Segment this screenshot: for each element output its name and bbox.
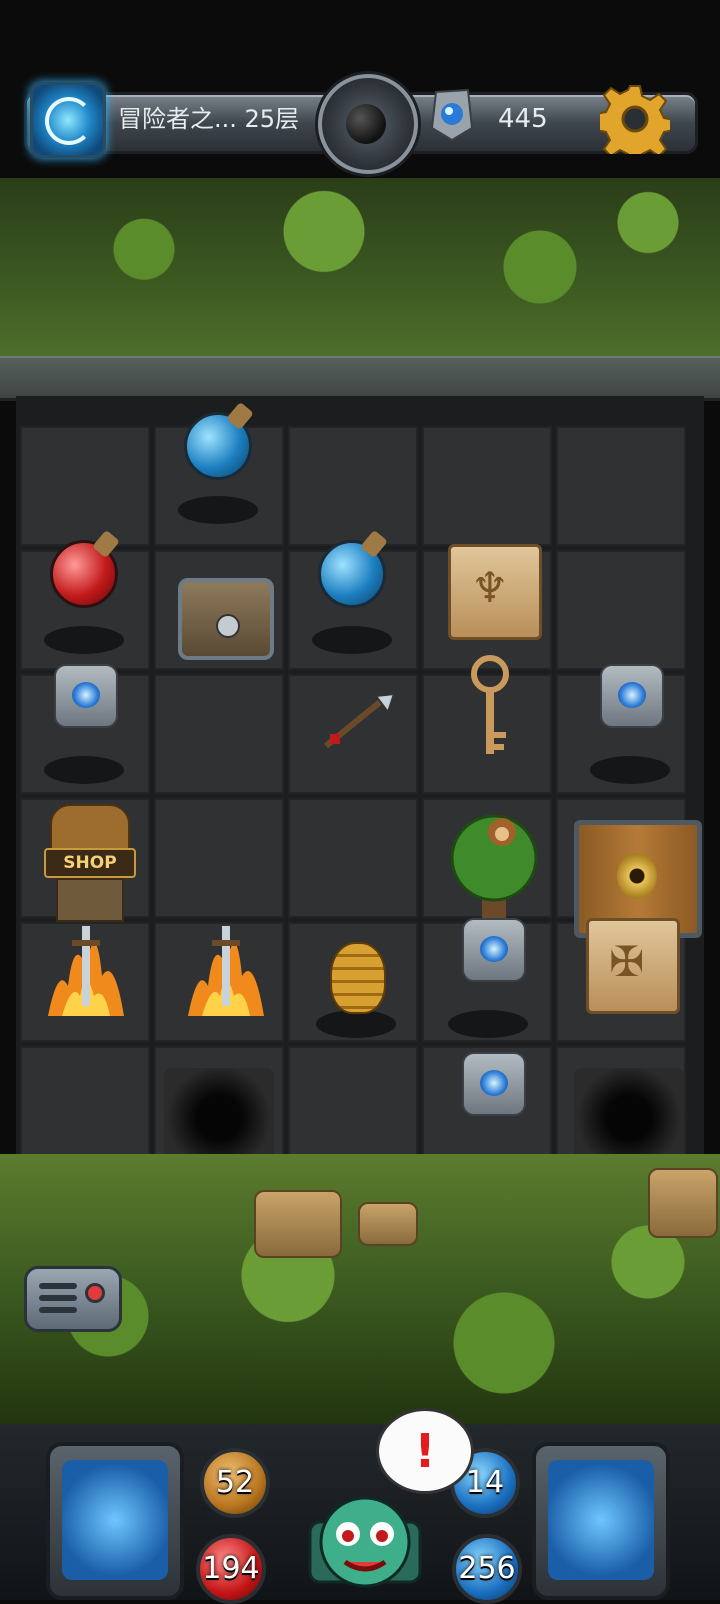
gem-core <box>618 682 646 708</box>
grid-cell[interactable] <box>288 426 418 546</box>
spear-icon[interactable] <box>318 692 398 752</box>
item-shadow <box>178 496 258 524</box>
item-shadow <box>44 626 124 654</box>
gem-icon[interactable] <box>462 1052 526 1116</box>
blue-potion-icon[interactable] <box>184 401 254 480</box>
treasure-chest-icon[interactable] <box>178 578 274 660</box>
grid-cell[interactable] <box>288 798 418 918</box>
grid-cell[interactable] <box>556 426 686 546</box>
grid-cell[interactable] <box>556 550 686 670</box>
gem-icon[interactable] <box>54 664 118 728</box>
pit-hole <box>574 1068 684 1168</box>
grid-cell[interactable] <box>422 426 552 546</box>
mp-stat: 256 <box>452 1534 522 1604</box>
monkey-tree-icon[interactable] <box>438 812 550 924</box>
item-shadow <box>316 1010 396 1038</box>
gem-icon <box>430 88 474 142</box>
gem-icon[interactable] <box>462 918 526 982</box>
grid-cell[interactable] <box>20 426 150 546</box>
blue-potion-icon[interactable] <box>318 529 388 608</box>
scroll-icon[interactable]: ♆ <box>448 544 542 640</box>
flaming-sword-icon[interactable] <box>178 906 274 1026</box>
beehive-icon[interactable] <box>330 942 386 1014</box>
hp-stat: 194 <box>196 1534 266 1604</box>
chest-lock <box>216 614 240 638</box>
alert-bubble[interactable]: ! <box>376 1408 474 1494</box>
jungle-foliage-top <box>0 178 720 356</box>
menu-line <box>39 1295 77 1301</box>
spider-rock <box>648 1168 718 1238</box>
map-emblem-icon: ✠ <box>609 937 645 986</box>
item-shadow <box>312 626 392 654</box>
item-shadow <box>448 1010 528 1038</box>
equipment-slot-right[interactable] <box>532 1442 670 1600</box>
bomb-icon[interactable] <box>318 74 418 174</box>
gem-icon[interactable] <box>600 664 664 728</box>
bomb-body <box>346 104 386 144</box>
grid-cell[interactable] <box>154 798 284 918</box>
menu-line <box>39 1307 77 1313</box>
key-icon[interactable] <box>466 652 514 762</box>
wing-emblem-icon: ♆ <box>471 563 509 612</box>
gem-core <box>480 936 508 962</box>
menu-line <box>39 1283 77 1289</box>
red-potion-icon[interactable] <box>50 529 120 608</box>
gem-core <box>480 1070 508 1096</box>
compass-helmet-icon <box>62 1460 168 1580</box>
pit-hole <box>164 1068 274 1168</box>
rock <box>358 1202 418 1246</box>
shop-sign: SHOP <box>44 848 136 878</box>
flaming-sword-icon[interactable] <box>38 906 134 1026</box>
portal-icon[interactable] <box>30 82 106 158</box>
item-shadow <box>590 756 670 784</box>
menu-button[interactable] <box>24 1266 122 1332</box>
level-title: 冒险者之... 25层 <box>118 105 300 133</box>
grid-cell[interactable] <box>288 1046 418 1166</box>
item-shadow <box>44 756 124 784</box>
attack-stat: 52 <box>200 1448 270 1518</box>
gem-count: 445 <box>498 104 548 134</box>
stone-wall <box>0 356 720 401</box>
shop-building-icon[interactable]: SHOP <box>36 804 140 922</box>
settings-gear-icon[interactable] <box>600 84 670 154</box>
spellbook-icon <box>548 1460 654 1580</box>
grid-cell[interactable] <box>154 674 284 794</box>
grid-cell[interactable] <box>20 1046 150 1166</box>
portal-swirl <box>45 97 93 145</box>
keyhole-icon <box>617 853 657 899</box>
gem-core <box>72 682 100 708</box>
notification-dot <box>85 1283 105 1303</box>
rock <box>254 1190 342 1258</box>
scroll-icon[interactable]: ✠ <box>586 918 680 1014</box>
equipment-slot-left[interactable] <box>46 1442 184 1600</box>
